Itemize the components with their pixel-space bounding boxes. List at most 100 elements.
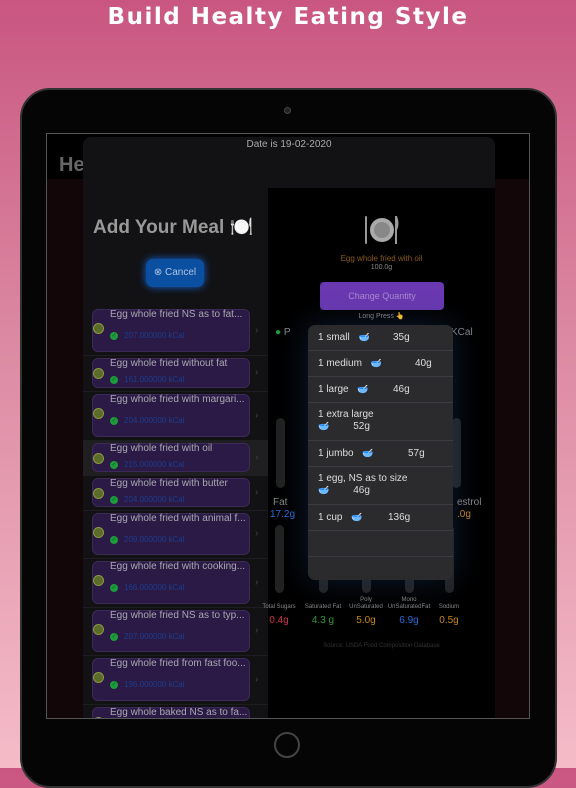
option-grams: 52g	[353, 421, 370, 432]
chevron-right-icon: ›	[255, 718, 258, 719]
food-list-item[interactable]: Egg whole baked NS as to fa... ✓168.0000…	[83, 705, 268, 719]
quantity-option[interactable]: 1 cup 🥣 136g	[308, 505, 453, 531]
food-name: Egg whole fried from fast foo...	[110, 658, 246, 669]
food-icon	[93, 624, 104, 635]
nutrient-bar	[275, 525, 284, 593]
chevron-right-icon: ›	[255, 576, 259, 588]
bowl-icon: 🥣	[357, 384, 369, 394]
check-icon: ✓	[110, 375, 118, 384]
long-press-hint: Long Press 👆	[358, 313, 405, 320]
option-grams: 136g	[388, 512, 411, 523]
chevron-right-icon: ›	[255, 625, 259, 636]
camera-icon	[284, 107, 291, 114]
kcal-value: 204.000000 kCal	[124, 495, 185, 504]
food-kcal: ✓ 204.000000 kCal	[110, 416, 185, 425]
food-kcal: ✓ 196.000000 kCal	[110, 680, 185, 689]
food-list-item[interactable]: Egg whole fried with butter ✓ 204.000000 …	[83, 476, 268, 511]
cancel-button[interactable]: ⊗ Cancel	[146, 259, 204, 287]
food-list-item[interactable]: Egg whole fried with cooking... ✓ 166.000…	[83, 559, 268, 608]
fat-bar	[276, 418, 285, 488]
nutrient-value: 0.5g	[439, 615, 459, 626]
kcal-value: 166.000000 kCal	[124, 583, 185, 592]
chevron-right-icon: ›	[255, 409, 259, 421]
chevron-right-icon: ›	[255, 486, 259, 498]
quantity-option[interactable]: 1 small 🥣 35g	[308, 325, 453, 351]
food-name: Egg whole fried with margari...	[110, 394, 245, 405]
food-kcal: ✓ 209.000000 kCal	[110, 535, 185, 544]
kcal-value: 207.000000 kCal	[124, 331, 185, 340]
nutrient-value: 5.0g	[356, 615, 376, 626]
quantity-option[interactable]: 1 large 🥣 46g	[308, 377, 453, 403]
cancel-label: Cancel	[165, 267, 197, 278]
bowl-icon: 🥣	[370, 358, 382, 368]
cholesterol-value: .0g	[457, 509, 471, 520]
food-list-item[interactable]: Egg whole fried with animal f... ✓ 209.00…	[83, 511, 268, 559]
kcal-value: 204.000000 kCal	[124, 416, 185, 425]
protein-partial: ● P	[275, 327, 291, 338]
food-list-item[interactable]: Egg whole fried from fast foo... ✓ 196.00…	[83, 656, 268, 705]
check-icon: ✓	[110, 632, 118, 641]
check-icon: ✓	[110, 460, 118, 469]
quantity-option[interactable]: 1 egg, NS as to size 🥣 46g	[308, 467, 453, 505]
food-list-item[interactable]: Egg whole fried with oil ✓ 215.000000 kCa…	[83, 441, 268, 476]
option-label: 1 egg, NS as to size	[318, 473, 408, 484]
food-icon	[93, 323, 104, 334]
bowl-icon: 🥣	[358, 332, 370, 342]
food-name: Egg whole fried with animal f...	[110, 513, 246, 524]
chevron-right-icon: ›	[255, 451, 259, 463]
option-label: 1 cup	[318, 512, 343, 523]
chevron-right-icon: ›	[255, 528, 259, 539]
food-icon	[93, 368, 104, 379]
option-grams: 40g	[415, 358, 432, 369]
food-name: Egg whole fried with oil	[340, 254, 423, 263]
option-grams: 57g	[408, 448, 425, 459]
food-kcal: ✓ 207.000000 kCal	[110, 331, 185, 340]
food-icon	[93, 408, 104, 419]
change-quantity-button[interactable]: Change Quantity	[320, 282, 444, 310]
option-label: 1 jumbo	[318, 448, 354, 459]
option-grams: 35g	[393, 332, 410, 343]
nutrient-value: 4.3 g	[311, 615, 335, 626]
chevron-right-icon: ›	[255, 673, 259, 685]
option-label: 1 medium	[318, 358, 362, 369]
option-label: 1 small	[318, 332, 350, 343]
food-icon	[93, 575, 104, 586]
home-button	[274, 732, 300, 758]
quantity-option[interactable]: 1 extra large 🥣 52g	[308, 403, 453, 441]
food-list-item[interactable]: Egg whole fried without fat ✓ 161.000000 …	[83, 356, 268, 392]
modal-title: Add Your Meal 🍽️	[93, 217, 254, 238]
food-icon	[93, 527, 104, 538]
partial-label: P	[283, 327, 291, 338]
fat-label: Fat	[273, 497, 288, 508]
chevron-right-icon: ›	[255, 324, 259, 336]
nutrient-label: Poly UnSaturated	[349, 597, 383, 610]
empty-option	[308, 557, 453, 580]
food-list-item[interactable]: Egg whole fried with margari... ✓ 204.000…	[83, 392, 268, 441]
kcal-value: 196.000000 kCal	[124, 680, 185, 689]
food-name: Egg whole fried with butter	[110, 478, 228, 489]
food-list-item[interactable]: Egg whole fried NS as to fat... ✓ 207.000…	[83, 307, 268, 356]
nutrient-label: Sodium	[438, 604, 460, 610]
bowl-icon: 🥣	[351, 512, 363, 522]
food-kcal: ✓ 161.000000 kCal	[110, 375, 185, 384]
kcal-partial: KCal	[451, 327, 473, 338]
option-grams: 46g	[393, 384, 410, 395]
chevron-right-icon: ›	[255, 367, 259, 378]
screen: He Date is 19-02-2020 Add Your Meal 🍽️ ⊗…	[46, 133, 530, 719]
food-kcal: ✓ 204.000000 kCal	[110, 495, 185, 504]
food-name: Egg whole fried without fat	[110, 358, 228, 369]
background-title: He	[59, 154, 85, 176]
check-icon: ✓	[110, 495, 118, 504]
cholesterol-label: estrol	[457, 497, 482, 508]
food-name: Egg whole fried with oil	[110, 443, 213, 454]
food-icon	[93, 488, 104, 499]
bowl-icon: 🥣	[318, 421, 330, 431]
nutrient-value: 6.9g	[399, 615, 419, 626]
food-kcal: ✓ 215.000000 kCal	[110, 460, 185, 469]
bowl-icon: 🥣	[318, 485, 330, 495]
food-list-item[interactable]: Egg whole fried NS as to typ... ✓ 207.000…	[83, 608, 268, 656]
quantity-option[interactable]: 1 jumbo 🥣 57g	[308, 441, 453, 467]
quantity-option[interactable]: 1 medium 🥣 40g	[308, 351, 453, 377]
food-list-panel: Add Your Meal 🍽️ ⊗ Cancel Egg whole frie…	[83, 157, 268, 719]
quantity-popover: 1 small 🥣 35g 1 medium 🥣 40g 1 large 🥣 46g …	[308, 325, 453, 580]
